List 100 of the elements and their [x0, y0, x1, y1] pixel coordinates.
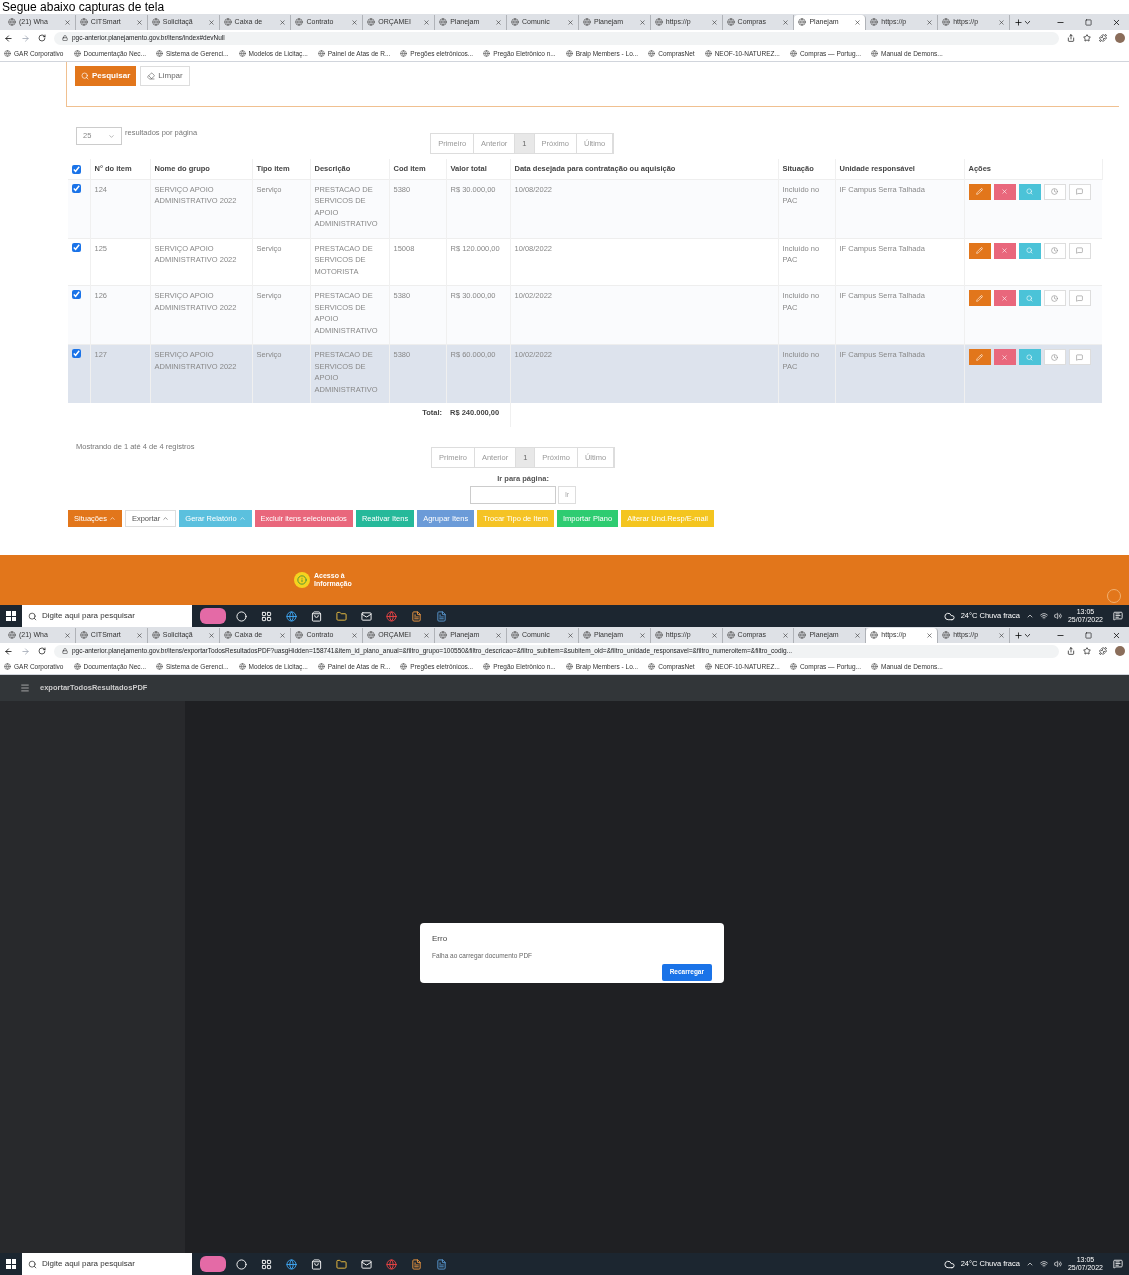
favicon-icon — [511, 631, 519, 639]
favicon-icon — [942, 631, 951, 639]
task-view-icon[interactable] — [261, 610, 272, 622]
clear-button[interactable]: Limpar — [140, 66, 190, 86]
taskbar-search-field[interactable]: Digite aqui para pesquisar — [22, 1253, 192, 1275]
row-checkbox[interactable] — [72, 290, 81, 300]
extensions-icon[interactable] — [1099, 34, 1107, 42]
globe-icon[interactable] — [286, 610, 297, 622]
document-icon[interactable] — [436, 610, 447, 622]
share-icon[interactable] — [1067, 34, 1075, 42]
globe-icon[interactable] — [286, 1258, 297, 1270]
chat-icon — [1076, 294, 1083, 302]
maximize-icon[interactable] — [1085, 18, 1092, 26]
favicon-icon — [295, 631, 304, 639]
chevron-icon[interactable] — [1025, 612, 1034, 620]
lock-icon — [62, 35, 68, 41]
page-number-field[interactable] — [470, 486, 557, 505]
edit-button[interactable] — [968, 242, 991, 259]
row-checkbox[interactable] — [72, 349, 81, 359]
pencil-icon — [976, 294, 983, 302]
document-icon[interactable] — [411, 610, 422, 622]
row-checkbox[interactable] — [72, 242, 81, 252]
chat-icon — [1076, 188, 1083, 196]
windows-icon[interactable] — [6, 611, 16, 621]
reload-icon[interactable] — [38, 34, 46, 42]
document-icon[interactable] — [436, 1258, 447, 1270]
favicon-icon — [223, 631, 232, 639]
search-button[interactable] — [1018, 290, 1041, 307]
mail-icon[interactable] — [361, 610, 372, 622]
close-icon[interactable] — [1112, 17, 1121, 27]
pencil-icon — [976, 353, 983, 361]
network-icon[interactable] — [1039, 612, 1048, 620]
favicon-icon — [238, 50, 246, 57]
profile-avatar[interactable] — [1115, 33, 1125, 43]
extensions-icon[interactable] — [1099, 647, 1107, 655]
favicon-icon — [367, 631, 376, 639]
favicon-icon — [565, 663, 573, 670]
bag-icon[interactable] — [311, 1258, 322, 1270]
eraser-icon — [147, 72, 156, 80]
bag-icon[interactable] — [311, 610, 322, 622]
chevron-icon[interactable] — [1025, 1260, 1034, 1268]
delete-button[interactable] — [993, 242, 1016, 259]
volume-icon[interactable] — [1053, 612, 1062, 620]
favicon-icon — [439, 631, 448, 639]
notifications-icon[interactable] — [1113, 1259, 1123, 1269]
folder-icon[interactable] — [336, 1258, 347, 1270]
mail-icon[interactable] — [361, 1258, 372, 1270]
share-icon[interactable] — [1067, 647, 1075, 655]
row-checkbox[interactable] — [72, 183, 81, 193]
search-icon — [28, 1259, 37, 1269]
delete-button[interactable] — [993, 183, 1016, 200]
favicon-icon — [871, 50, 878, 57]
bookmark-icon[interactable] — [1083, 647, 1091, 655]
new-tab-icon[interactable] — [1014, 630, 1023, 640]
close-icon — [1001, 247, 1008, 255]
bookmark-icon[interactable] — [1083, 34, 1091, 42]
menu-icon[interactable] — [20, 683, 30, 693]
favicon-icon — [79, 18, 88, 26]
back-icon[interactable] — [4, 33, 13, 43]
chat-icon — [1076, 353, 1083, 361]
favicon-icon — [798, 631, 807, 639]
task-view-icon[interactable] — [261, 1258, 272, 1270]
circle-icon[interactable] — [236, 610, 247, 622]
maximize-icon[interactable] — [1085, 631, 1092, 639]
search-button[interactable] — [1018, 183, 1041, 200]
close-icon — [1001, 294, 1008, 302]
delete-button[interactable] — [993, 349, 1016, 366]
favicon-icon — [648, 663, 656, 670]
profile-avatar[interactable] — [1115, 646, 1125, 656]
favicon-icon — [648, 50, 656, 57]
select-all-checkbox[interactable] — [72, 164, 81, 174]
folder-icon[interactable] — [336, 610, 347, 622]
notifications-icon[interactable] — [1113, 611, 1123, 621]
edit-button[interactable] — [968, 349, 991, 366]
cloud-icon — [943, 610, 955, 622]
new-tab-icon[interactable] — [1014, 17, 1023, 27]
reload-icon[interactable] — [38, 647, 46, 655]
globe-icon[interactable] — [386, 1258, 397, 1270]
taskbar-search-field[interactable]: Digite aqui para pesquisar — [22, 605, 192, 627]
edit-button[interactable] — [968, 290, 991, 307]
windows-icon[interactable] — [6, 1259, 16, 1269]
favicon-icon — [295, 18, 304, 26]
chevron-icon — [108, 132, 115, 140]
favicon-icon — [654, 18, 663, 26]
search-button[interactable] — [1018, 242, 1041, 259]
network-icon[interactable] — [1039, 1260, 1048, 1268]
globe-icon[interactable] — [386, 610, 397, 622]
circle-icon[interactable] — [236, 1258, 247, 1270]
favicon-icon — [654, 631, 663, 639]
volume-icon[interactable] — [1053, 1260, 1062, 1268]
search-icon — [1026, 188, 1033, 196]
back-icon[interactable] — [4, 646, 13, 656]
delete-button[interactable] — [993, 290, 1016, 307]
address-bar[interactable] — [54, 644, 1059, 658]
favicon-icon — [871, 663, 878, 670]
edit-button[interactable] — [968, 183, 991, 200]
favicon-icon — [73, 50, 81, 57]
document-icon[interactable] — [411, 1258, 422, 1270]
favicon-icon — [789, 663, 797, 670]
close-icon[interactable] — [1112, 630, 1121, 640]
